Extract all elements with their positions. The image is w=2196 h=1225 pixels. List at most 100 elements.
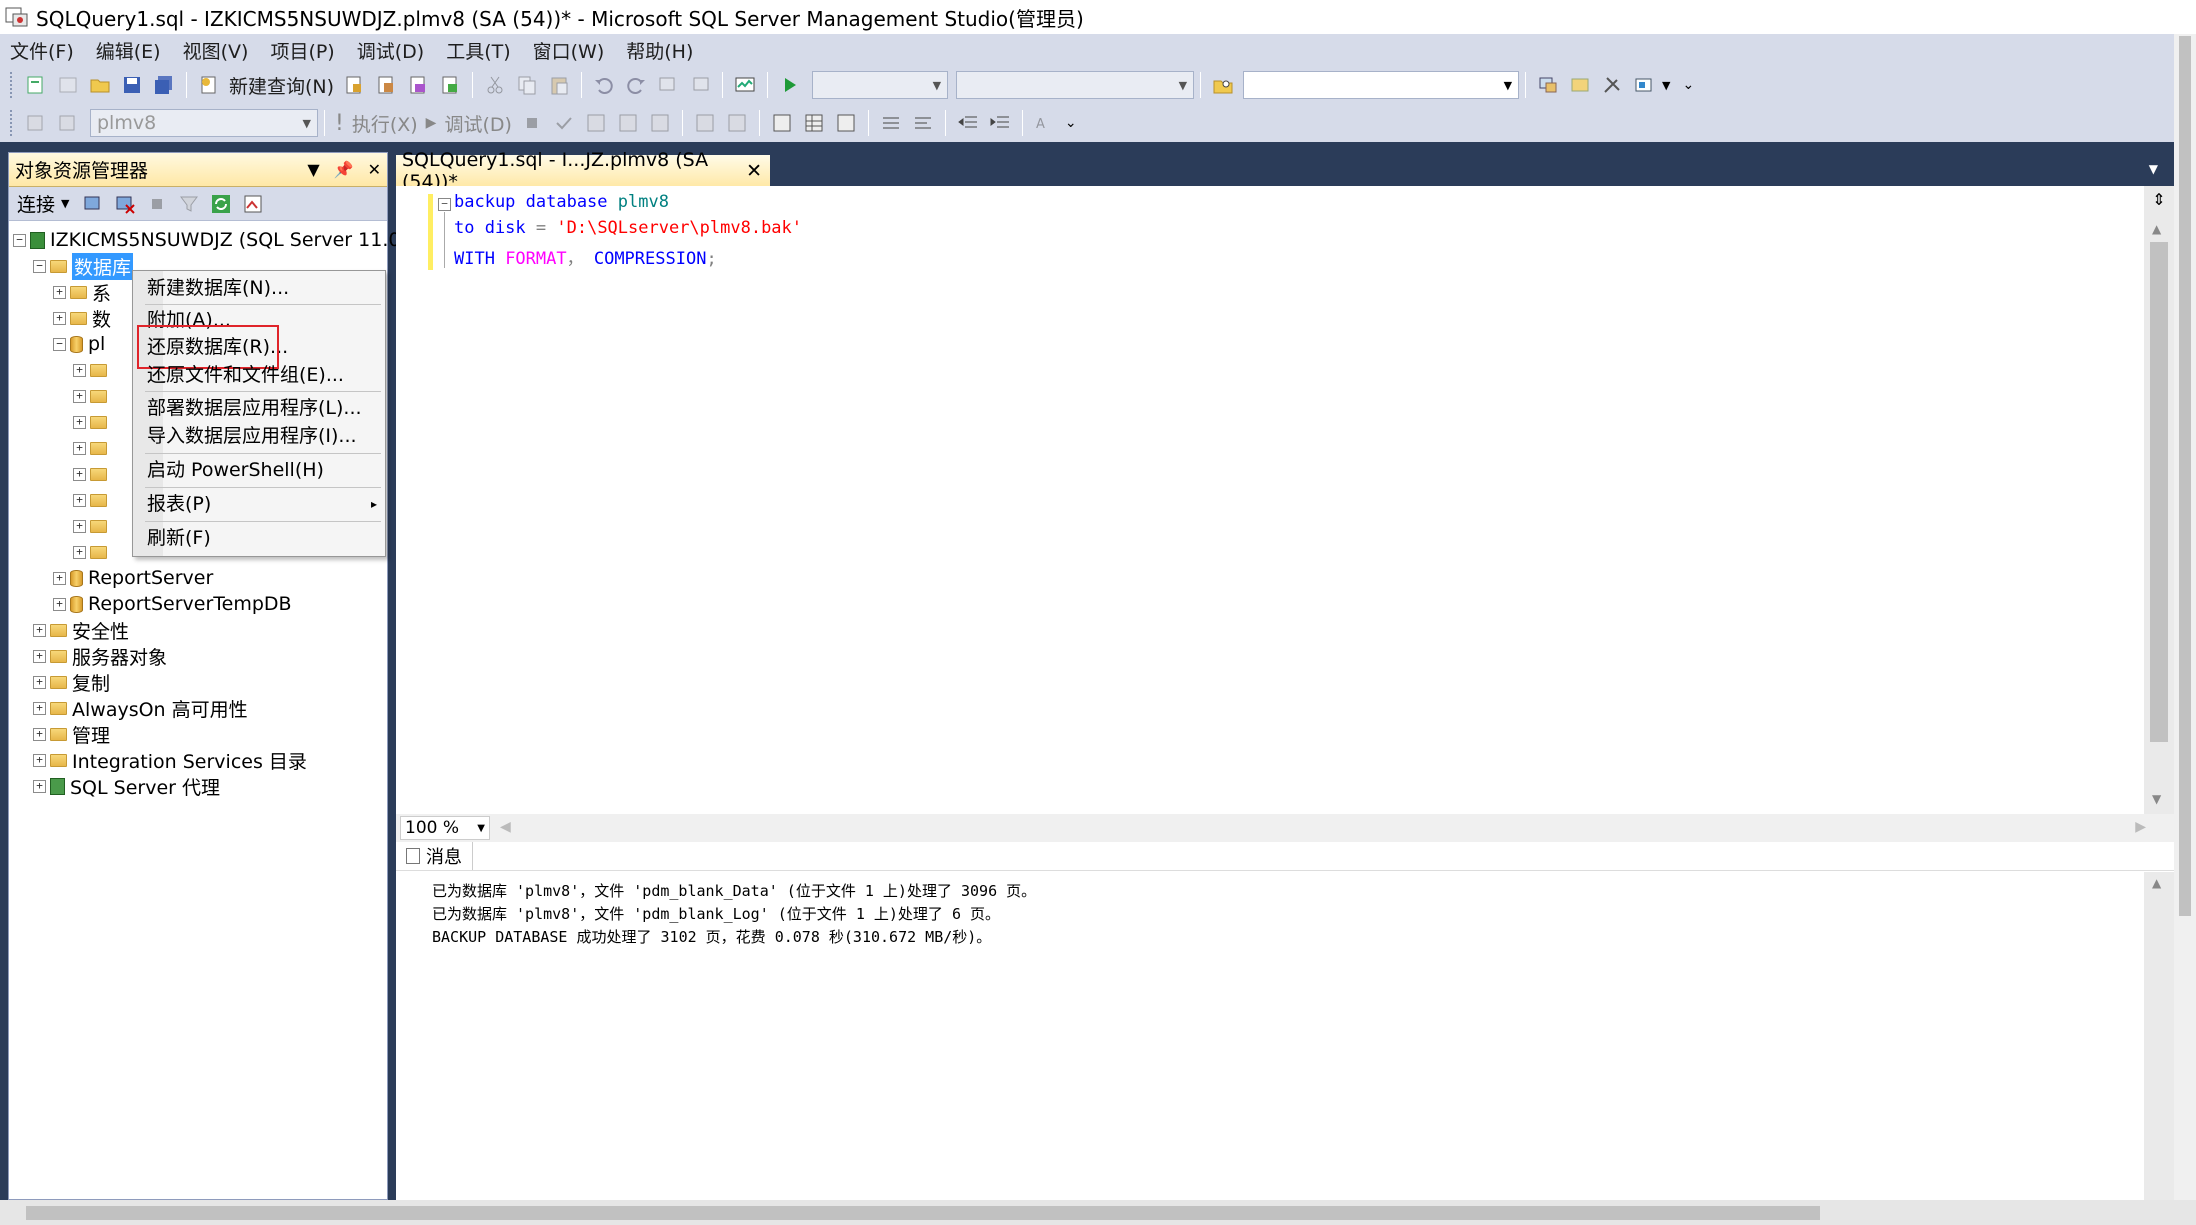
expand-icon[interactable]: +: [53, 597, 66, 611]
activity-monitor-icon[interactable]: [734, 74, 756, 96]
intellisense-icon[interactable]: [694, 112, 716, 134]
pin-icon[interactable]: 📌: [334, 160, 354, 179]
outer-vertical-scrollbar[interactable]: [2174, 34, 2196, 1200]
messages-vertical-scrollbar[interactable]: ▲: [2144, 872, 2174, 1200]
query-analysis-icon[interactable]: [375, 74, 397, 96]
tree-node-plmv8-child[interactable]: +: [73, 539, 112, 565]
scroll-right-icon[interactable]: ▶: [2135, 819, 2146, 835]
zoom-combo[interactable]: 100 % ▼: [400, 816, 490, 840]
collapse-region-icon[interactable]: −: [438, 198, 451, 211]
tree-node-integration-services[interactable]: + Integration Services 目录: [33, 747, 307, 773]
query-designer-icon[interactable]: [617, 112, 639, 134]
menu-item-refresh[interactable]: 刷新(F): [147, 524, 367, 552]
tree-node-system-databases[interactable]: + 系: [53, 279, 111, 305]
tree-node-security[interactable]: + 安全性: [33, 617, 129, 643]
expand-icon[interactable]: +: [33, 675, 46, 689]
chevron-down-icon[interactable]: ▼: [61, 197, 69, 210]
add-item-icon[interactable]: [57, 74, 79, 96]
results-to-grid-icon[interactable]: [803, 112, 825, 134]
solution-platform-combo[interactable]: ▼: [956, 71, 1195, 99]
scroll-left-icon[interactable]: ◀: [500, 819, 511, 835]
cut-icon[interactable]: [484, 74, 506, 96]
filter-icon[interactable]: [178, 193, 200, 215]
menu-tools[interactable]: 工具(T): [446, 37, 510, 64]
tree-node-sql-agent[interactable]: + SQL Server 代理: [33, 773, 220, 799]
paste-icon[interactable]: [548, 74, 570, 96]
tree-node-management[interactable]: + 管理: [33, 721, 110, 747]
stop-icon[interactable]: [521, 112, 543, 134]
expand-icon[interactable]: +: [73, 363, 86, 377]
activity-monitor-icon[interactable]: [242, 193, 264, 215]
tree-node-reportserver[interactable]: + ReportServer: [53, 565, 213, 591]
find-combo[interactable]: ▼: [1243, 71, 1520, 99]
menu-debug[interactable]: 调试(D): [357, 37, 424, 64]
tab-sqlquery1[interactable]: SQLQuery1.sql - I...JZ.plmv8 (SA (54))* …: [396, 149, 770, 193]
tree-node-plmv8-child[interactable]: +: [73, 461, 112, 487]
menu-project[interactable]: 项目(P): [270, 37, 334, 64]
toolbar-overflow-icon[interactable]: ⌄: [1065, 115, 1077, 131]
save-icon[interactable]: [121, 74, 143, 96]
tab-list-dropdown-icon[interactable]: ▼: [2149, 162, 2158, 176]
new-project-icon[interactable]: [25, 74, 47, 96]
tree-node-plmv8[interactable]: − pl: [53, 331, 105, 357]
sql-editor[interactable]: − backup database plmv8 to disk = 'D:\SQ…: [396, 186, 2174, 814]
run-start-icon[interactable]: [779, 74, 801, 96]
menu-file[interactable]: 文件(F): [10, 37, 74, 64]
query-xmla-icon[interactable]: [439, 74, 461, 96]
change-connection-icon[interactable]: [57, 112, 79, 134]
connect-icon[interactable]: [25, 112, 47, 134]
outer-horizontal-scrollbar[interactable]: [0, 1200, 2196, 1225]
uncomment-icon[interactable]: [912, 112, 934, 134]
expand-icon[interactable]: +: [73, 467, 86, 481]
object-explorer-icon[interactable]: [1569, 74, 1591, 96]
tree-node-databases[interactable]: − 数据库: [33, 252, 134, 280]
collapse-icon[interactable]: −: [13, 233, 26, 247]
menu-item-new-database[interactable]: 新建数据库(N)...: [147, 274, 367, 302]
expand-icon[interactable]: +: [53, 285, 66, 299]
redo-icon[interactable]: [625, 74, 647, 96]
parse-checkmark-icon[interactable]: [553, 112, 575, 134]
menu-help[interactable]: 帮助(H): [626, 37, 693, 64]
tree-node-replication[interactable]: + 复制: [33, 669, 110, 695]
editor-horizontal-scrollbar[interactable]: ◀ ▶: [500, 817, 2174, 839]
expand-icon[interactable]: +: [33, 727, 46, 741]
tree-node-plmv8-child[interactable]: +: [73, 487, 112, 513]
registered-servers-icon[interactable]: [1537, 74, 1559, 96]
navigate-backward-icon[interactable]: [657, 74, 679, 96]
connect-dropdown-button[interactable]: 连接: [17, 190, 55, 217]
tree-node-plmv8-child[interactable]: +: [73, 383, 112, 409]
menu-item-deploy-dac[interactable]: 部署数据层应用程序(L)...: [147, 394, 367, 422]
query-options-icon[interactable]: [649, 112, 671, 134]
menu-view[interactable]: 视图(V): [183, 37, 249, 64]
tree-node-server-objects[interactable]: + 服务器对象: [33, 643, 167, 669]
tree-node-reportservertempdb[interactable]: + ReportServerTempDB: [53, 591, 292, 617]
scroll-down-icon[interactable]: ▼: [2152, 792, 2161, 806]
tree-node-plmv8-child[interactable]: +: [73, 435, 112, 461]
open-folder-icon[interactable]: [89, 74, 111, 96]
query-db-engine-icon[interactable]: [343, 74, 365, 96]
properties-icon[interactable]: [1601, 74, 1623, 96]
expand-icon[interactable]: +: [73, 519, 86, 533]
chevron-down-icon[interactable]: ▼: [1662, 79, 1670, 92]
toolbar-grip[interactable]: [10, 72, 14, 98]
menu-item-restore-files[interactable]: 还原文件和文件组(E)...: [147, 361, 367, 389]
toolbox-icon[interactable]: [1633, 74, 1655, 96]
save-all-icon[interactable]: [153, 74, 175, 96]
scroll-up-icon[interactable]: ▲: [2152, 222, 2161, 236]
expand-icon[interactable]: +: [33, 701, 46, 715]
solution-config-combo[interactable]: ▼: [812, 71, 949, 99]
splitter-icon[interactable]: ⇕: [2149, 190, 2169, 210]
collapse-icon[interactable]: −: [33, 259, 46, 273]
comment-out-icon[interactable]: [880, 112, 902, 134]
expand-icon[interactable]: +: [33, 779, 46, 793]
expand-icon[interactable]: +: [73, 493, 86, 507]
include-plan-icon[interactable]: [726, 112, 748, 134]
expand-icon[interactable]: +: [73, 415, 86, 429]
disconnect-server-icon[interactable]: [114, 193, 136, 215]
decrease-indent-icon[interactable]: [957, 112, 979, 134]
tree-node-plmv8-child[interactable]: +: [73, 357, 112, 383]
execute-button[interactable]: 执行(X): [352, 110, 418, 137]
undo-icon[interactable]: [593, 74, 615, 96]
menu-edit[interactable]: 编辑(E): [96, 37, 161, 64]
menu-item-reports[interactable]: 报表(P): [147, 490, 367, 518]
